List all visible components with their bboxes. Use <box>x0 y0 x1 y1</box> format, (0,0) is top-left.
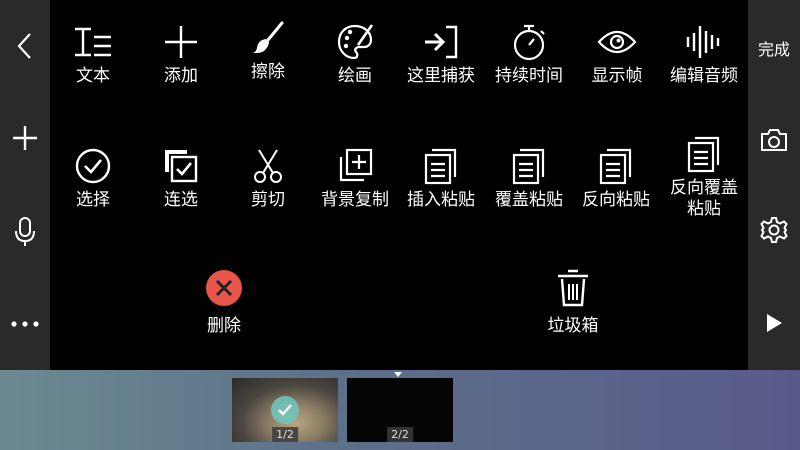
tool-cut[interactable]: 剪切 <box>228 146 308 211</box>
settings-button[interactable] <box>748 212 800 248</box>
tool-text[interactable]: 文本 <box>53 22 133 87</box>
tool-label: 覆盖粘贴 <box>495 190 563 210</box>
camera-icon <box>761 129 787 151</box>
tool-label: 背景复制 <box>321 190 389 210</box>
delete-label: 删除 <box>207 316 241 336</box>
tool-multi-select[interactable]: 连选 <box>141 146 221 211</box>
microphone-icon <box>15 217 35 246</box>
left-rail <box>0 0 50 370</box>
tool-label: 剪切 <box>251 190 285 210</box>
back-button[interactable] <box>0 26 50 66</box>
eye-icon <box>597 30 637 54</box>
paste-icon <box>424 148 457 185</box>
frame-page-label: 2/2 <box>387 427 413 442</box>
more-button[interactable] <box>0 304 50 344</box>
tool-capture-here[interactable]: 这里捕获 <box>401 22 481 87</box>
frame-strip: 1/2 2/2 <box>0 370 800 450</box>
tool-label: 反向覆盖粘贴 <box>670 178 738 219</box>
brush-icon <box>253 21 284 54</box>
paste-icon <box>512 148 545 185</box>
done-button[interactable]: 完成 <box>748 34 800 62</box>
tool-label: 连选 <box>164 190 198 210</box>
tool-label: 持续时间 <box>495 66 563 86</box>
stopwatch-icon <box>513 24 545 61</box>
trash-icon <box>558 269 588 307</box>
scissors-icon <box>254 149 282 183</box>
frame-thumbnail[interactable]: 1/2 <box>232 378 338 442</box>
trash-button[interactable]: 垃圾箱 <box>533 268 613 337</box>
tool-edit-audio[interactable]: 编辑音频 <box>664 22 744 87</box>
tool-panel: 文本 添加 擦除 绘画 这里捕获 持续时间 显示帧 编辑音频 选择 连选 剪切 <box>50 0 748 370</box>
settings-icon <box>760 217 788 243</box>
camera-button[interactable] <box>748 122 800 158</box>
tool-label: 添加 <box>164 66 198 86</box>
frame-page-label: 1/2 <box>272 427 298 442</box>
tool-draw[interactable]: 绘画 <box>315 22 395 87</box>
palette-icon <box>337 24 374 60</box>
trash-label: 垃圾箱 <box>547 316 599 336</box>
text-icon <box>75 27 111 57</box>
audio-wave-icon <box>686 26 720 58</box>
tool-add[interactable]: 添加 <box>141 22 221 87</box>
tool-label: 显示帧 <box>591 66 643 86</box>
done-label: 完成 <box>757 40 790 59</box>
back-icon <box>17 33 31 59</box>
play-button[interactable] <box>748 306 800 340</box>
microphone-button[interactable] <box>0 212 50 252</box>
tool-label: 选择 <box>76 190 110 210</box>
tool-show-frame[interactable]: 显示帧 <box>577 22 657 87</box>
paste-icon <box>687 136 720 173</box>
add-icon <box>165 26 197 58</box>
tool-background-copy[interactable]: 背景复制 <box>315 146 395 211</box>
delete-icon <box>206 270 242 306</box>
play-icon <box>767 314 782 332</box>
tool-label: 文本 <box>76 66 110 86</box>
tool-label: 绘画 <box>338 66 372 86</box>
tool-label: 擦除 <box>251 62 285 82</box>
tool-label: 编辑音频 <box>670 66 738 86</box>
selected-check-icon <box>271 396 299 424</box>
tool-label: 插入粘贴 <box>407 190 475 210</box>
tool-erase[interactable]: 擦除 <box>228 18 308 83</box>
tool-reverse-paste[interactable]: 反向粘贴 <box>576 146 656 211</box>
right-rail: 完成 <box>748 0 800 370</box>
multi-select-icon <box>165 150 198 183</box>
tool-select[interactable]: 选择 <box>53 146 133 211</box>
more-icon <box>11 321 39 327</box>
delete-button[interactable]: 删除 <box>184 268 264 337</box>
tool-insert-paste[interactable]: 插入粘贴 <box>401 146 481 211</box>
frame-thumbnail[interactable]: 2/2 <box>347 378 453 442</box>
tool-reverse-overwrite-paste[interactable]: 反向覆盖粘贴 <box>664 134 744 220</box>
paste-icon <box>599 148 632 185</box>
add-icon <box>13 126 37 150</box>
playhead-marker <box>394 372 402 377</box>
tool-duration[interactable]: 持续时间 <box>489 22 569 87</box>
check-circle-icon <box>75 148 111 184</box>
tool-label: 反向粘贴 <box>582 190 650 210</box>
add-button[interactable] <box>0 118 50 158</box>
tool-overwrite-paste[interactable]: 覆盖粘贴 <box>489 146 569 211</box>
capture-icon <box>425 25 458 59</box>
tool-label: 这里捕获 <box>407 66 475 86</box>
copy-add-icon <box>339 148 373 182</box>
